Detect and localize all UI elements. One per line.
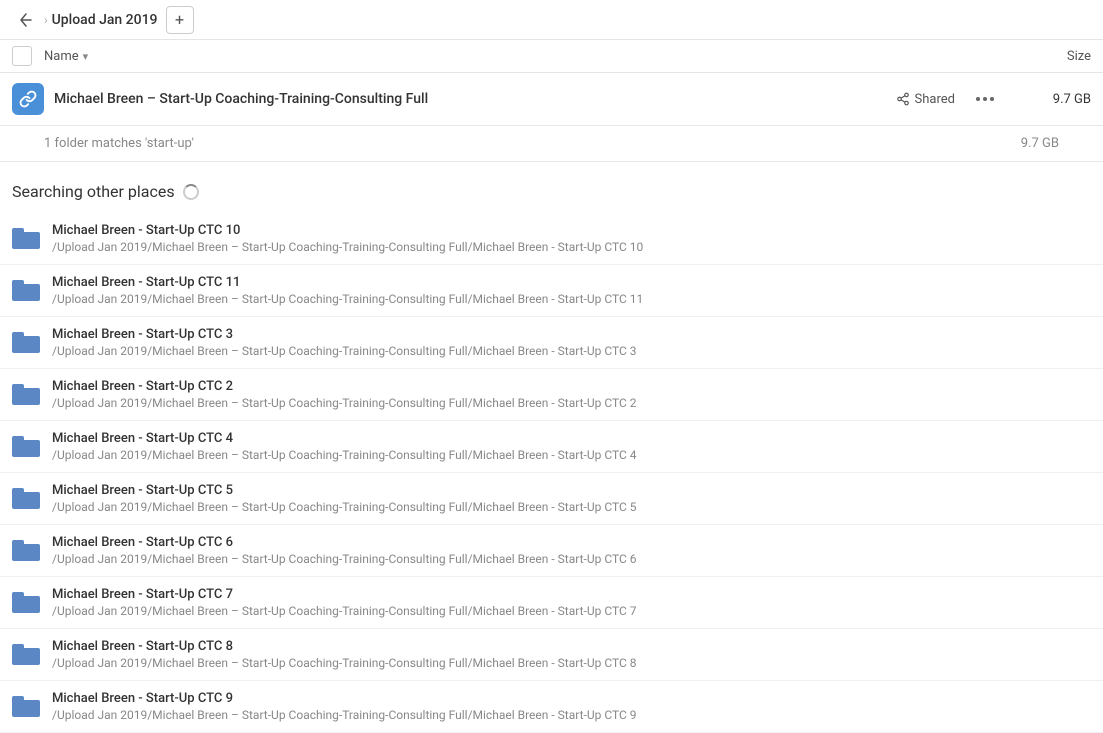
name-column-label: Name: [44, 49, 79, 64]
result-name: Michael Breen - Start-Up CTC 11: [52, 275, 643, 290]
main-result-row[interactable]: Michael Breen – Start-Up Coaching-Traini…: [0, 73, 1103, 126]
result-path: /Upload Jan 2019/Michael Breen – Start-U…: [52, 448, 637, 462]
shared-label: Shared: [915, 92, 955, 107]
sort-icon: ▾: [83, 50, 89, 63]
other-places-header: Searching other places: [0, 162, 1103, 213]
result-item[interactable]: Michael Breen - Start-Up CTC 4 /Upload J…: [0, 421, 1103, 473]
result-name: Michael Breen - Start-Up CTC 9: [52, 691, 637, 706]
breadcrumb-title[interactable]: Upload Jan 2019: [52, 12, 158, 28]
result-info: Michael Breen - Start-Up CTC 8 /Upload J…: [52, 639, 637, 670]
result-item[interactable]: Michael Breen - Start-Up CTC 9 /Upload J…: [0, 681, 1103, 733]
folder-icon: [12, 488, 40, 510]
result-info: Michael Breen - Start-Up CTC 3 /Upload J…: [52, 327, 637, 358]
breadcrumb-separator: ›: [44, 13, 48, 27]
size-column-header[interactable]: Size: [1011, 49, 1091, 64]
result-name: Michael Breen - Start-Up CTC 4: [52, 431, 637, 446]
folder-icon: [12, 592, 40, 614]
match-summary-text: 1 folder matches 'start-up': [44, 136, 194, 151]
result-path: /Upload Jan 2019/Michael Breen – Start-U…: [52, 604, 637, 618]
other-places-results: Michael Breen - Start-Up CTC 10 /Upload …: [0, 213, 1103, 733]
result-info: Michael Breen - Start-Up CTC 6 /Upload J…: [52, 535, 637, 566]
result-item[interactable]: Michael Breen - Start-Up CTC 8 /Upload J…: [0, 629, 1103, 681]
result-info: Michael Breen - Start-Up CTC 2 /Upload J…: [52, 379, 637, 410]
result-item[interactable]: Michael Breen - Start-Up CTC 6 /Upload J…: [0, 525, 1103, 577]
result-name: Michael Breen - Start-Up CTC 10: [52, 223, 643, 238]
header: › Upload Jan 2019 +: [0, 0, 1103, 40]
result-info: Michael Breen - Start-Up CTC 11 /Upload …: [52, 275, 643, 306]
link-icon: [12, 83, 44, 115]
folder-icon: [12, 644, 40, 666]
folder-icon: [12, 332, 40, 354]
result-name: Michael Breen - Start-Up CTC 2: [52, 379, 637, 394]
main-result-size: 9.7 GB: [1011, 92, 1091, 107]
result-item[interactable]: Michael Breen - Start-Up CTC 5 /Upload J…: [0, 473, 1103, 525]
result-path: /Upload Jan 2019/Michael Breen – Start-U…: [52, 656, 637, 670]
result-info: Michael Breen - Start-Up CTC 9 /Upload J…: [52, 691, 637, 722]
add-icon: +: [175, 10, 184, 29]
more-icon: [976, 97, 994, 101]
result-info: Michael Breen - Start-Up CTC 4 /Upload J…: [52, 431, 637, 462]
result-info: Michael Breen - Start-Up CTC 7 /Upload J…: [52, 587, 637, 618]
add-button[interactable]: +: [166, 6, 194, 34]
result-info: Michael Breen - Start-Up CTC 10 /Upload …: [52, 223, 643, 254]
folder-icon: [12, 436, 40, 458]
result-item[interactable]: Michael Breen - Start-Up CTC 2 /Upload J…: [0, 369, 1103, 421]
match-summary: 1 folder matches 'start-up' 9.7 GB: [0, 126, 1103, 162]
result-name: Michael Breen - Start-Up CTC 5: [52, 483, 637, 498]
result-item[interactable]: Michael Breen - Start-Up CTC 3 /Upload J…: [0, 317, 1103, 369]
result-item[interactable]: Michael Breen - Start-Up CTC 10 /Upload …: [0, 213, 1103, 265]
result-path: /Upload Jan 2019/Michael Breen – Start-U…: [52, 240, 643, 254]
result-item[interactable]: Michael Breen - Start-Up CTC 11 /Upload …: [0, 265, 1103, 317]
loading-spinner: [183, 184, 199, 200]
result-path: /Upload Jan 2019/Michael Breen – Start-U…: [52, 552, 637, 566]
folder-icon: [12, 228, 40, 250]
select-all-checkbox[interactable]: [12, 46, 32, 66]
main-result-name: Michael Breen – Start-Up Coaching-Traini…: [54, 91, 896, 107]
result-name: Michael Breen - Start-Up CTC 8: [52, 639, 637, 654]
result-path: /Upload Jan 2019/Michael Breen – Start-U…: [52, 500, 637, 514]
folder-icon: [12, 280, 40, 302]
result-name: Michael Breen - Start-Up CTC 7: [52, 587, 637, 602]
result-info: Michael Breen - Start-Up CTC 5 /Upload J…: [52, 483, 637, 514]
more-options-button[interactable]: [971, 85, 999, 113]
result-name: Michael Breen - Start-Up CTC 3: [52, 327, 637, 342]
result-name: Michael Breen - Start-Up CTC 6: [52, 535, 637, 550]
back-button[interactable]: [12, 6, 40, 34]
other-places-title: Searching other places: [12, 182, 175, 201]
shared-badge: Shared: [896, 92, 955, 107]
share-icon: [896, 92, 910, 106]
match-summary-size: 9.7 GB: [1021, 136, 1059, 151]
name-column-header[interactable]: Name ▾: [44, 49, 1011, 64]
result-path: /Upload Jan 2019/Michael Breen – Start-U…: [52, 344, 637, 358]
column-headers: Name ▾ Size: [0, 40, 1103, 73]
folder-icon: [12, 540, 40, 562]
folder-icon: [12, 384, 40, 406]
result-path: /Upload Jan 2019/Michael Breen – Start-U…: [52, 292, 643, 306]
folder-icon: [12, 696, 40, 718]
result-path: /Upload Jan 2019/Michael Breen – Start-U…: [52, 396, 637, 410]
result-item[interactable]: Michael Breen - Start-Up CTC 7 /Upload J…: [0, 577, 1103, 629]
